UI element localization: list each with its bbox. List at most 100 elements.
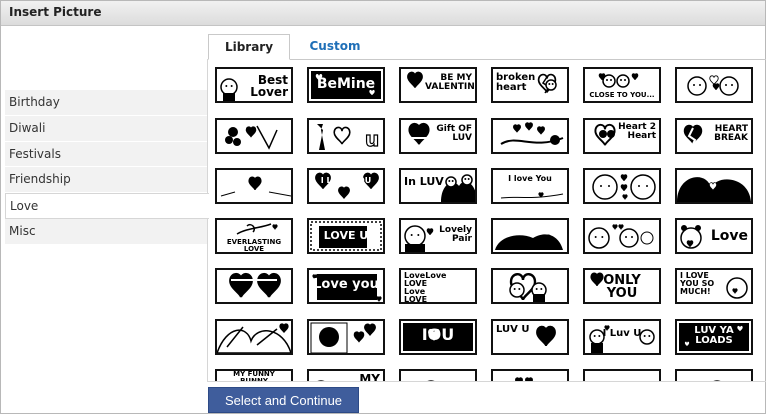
category-sidebar: Birthday Diwali Festivals Friendship Love Mis… [1,27,209,413]
picture-grid[interactable]: Best Lover BeMine BE MY VALENTINE broken he… [211,62,765,381]
picture-love-you-block[interactable]: Love you [307,268,385,304]
i-love-u-tie-icon: u [317,124,380,152]
picture-caption: Best Lover [250,73,288,99]
picture-love-mice[interactable]: Love [491,218,569,254]
picture-caption: EVERLASTING LOVE [226,238,282,253]
picture-caption: Love [710,228,748,244]
twin-hearts-icon [229,272,281,298]
picture-caption: Love [496,225,523,236]
picture-caption: I LOVE YOU SO MUCH! [680,271,715,296]
picture-only-you[interactable]: ONLY YOU [583,268,661,304]
picture-i-luv-u-kids[interactable]: I Luv U [583,319,661,355]
picture-close-to-you[interactable]: CLOSE TO YOU... [583,67,661,103]
picture-i-love-you-script[interactable]: I love You [491,168,569,204]
picture-be-mine[interactable]: BeMine [307,67,385,103]
picture-love-is-heart[interactable] [215,168,293,204]
picture-caption: MY [359,372,380,381]
category-item-love[interactable]: Love [5,193,209,219]
picture-caption: IOU [421,325,455,344]
picture-caption: LUV U [496,324,530,335]
picture-i-love-you-hearts[interactable]: I LOVE YOU [307,168,385,204]
kiss-sketch-icon [217,323,291,353]
picture-heart-break[interactable]: HEART BREAK [675,118,753,154]
select-and-continue-button[interactable]: Select and Continue [208,387,359,413]
partial-d-icon [713,380,721,381]
partial-b-icon [515,377,533,381]
picture-everlasting-love[interactable]: EVERLASTING LOVE [215,218,293,254]
love-is-heart-icon [220,176,291,197]
picture-caption: In LUV [404,175,444,188]
picture-caption: BeMine [316,76,376,92]
picture-be-my-valentine[interactable]: BE MY VALENTINE [399,67,477,103]
picture-caption: LOVE U [323,229,369,242]
picture-partial-a[interactable] [399,369,477,381]
picture-twin-hearts[interactable] [215,268,293,304]
picture-caption: I love You [508,174,552,183]
picture-kiss-sketch[interactable] [215,319,293,355]
picture-caption: I Luv U [602,328,642,339]
picture-caption: ONLY YOU [603,273,641,301]
picture-caption: CLOSE TO YOU... [589,91,655,99]
tab-library[interactable]: Library [208,34,290,60]
picture-best-lover[interactable]: Best Lover [215,67,293,103]
picture-funny-bunny[interactable]: MY FUNNY BUNNY [215,369,293,381]
picture-caption: LoveLove LOVE Love LOVE LOVE [404,271,447,304]
category-item-friendship[interactable]: Friendship [5,167,207,194]
picture-couple-bubbles[interactable] [583,218,661,254]
picture-caption: BE MY VALENTINE [425,73,477,92]
picture-i-love-u-tie[interactable]: u [307,118,385,154]
boy-girl-hearts-icon [592,174,656,200]
category-list: Birthday Diwali Festivals Friendship Love Mis… [5,90,209,245]
category-item-misc[interactable]: Misc [5,218,207,245]
category-item-festivals[interactable]: Festivals [5,141,207,168]
picture-couple-hearts[interactable] [675,67,753,103]
picture-teddy-love[interactable]: Love [675,218,753,254]
picture-kissing-couple[interactable] [675,168,753,204]
picture-luv-u-heart[interactable]: LUV U [491,319,569,355]
picture-lovely-pair[interactable]: Lovely Pair [399,218,477,254]
picture-flower-heart[interactable] [215,118,293,154]
tab-baseline [208,59,766,60]
i-love-you-hearts-icon [315,172,379,199]
picture-my-valentine-partial[interactable]: MY [307,369,385,381]
picture-love-u-lace[interactable]: LOVE U [307,218,385,254]
picture-heart-couple[interactable] [491,268,569,304]
face-hearts-icon [310,322,376,353]
picture-in-luv[interactable]: In LUV [399,168,477,204]
heart-couple-icon [509,273,547,302]
picture-partial-d[interactable] [675,369,753,381]
picture-caption: broken heart [496,72,536,93]
picture-i-love-you-so-much[interactable]: I LOVE YOU SO MUCH! [675,268,753,304]
flower-heart-icon [225,125,278,150]
picture-caption: Heart 2 Heart [618,122,656,141]
hearts-rose-icon [500,122,564,145]
picture-boy-girl-hearts[interactable] [583,168,661,204]
category-item-diwali[interactable]: Diwali [5,115,207,142]
picture-caption: LUV YA LOADS [694,325,734,346]
dialog-title: Insert Picture [1,1,765,26]
picture-face-hearts[interactable] [307,319,385,355]
kissing-couple-icon [677,177,751,202]
picture-hearts-rose[interactable] [491,118,569,154]
couple-bubbles-icon [588,224,654,249]
svg-text:u: u [365,127,379,151]
partial-c-icon [585,371,659,381]
picture-caption: Lovely Pair [439,225,472,244]
category-item-birthday[interactable]: Birthday [5,90,207,116]
picture-partial-b[interactable] [491,369,569,381]
tab-custom[interactable]: Custom [300,34,370,60]
couple-hearts-icon [687,75,739,96]
footer-divider [207,381,766,382]
partial-a-icon [427,380,435,381]
picture-broken-heart[interactable]: broken heart [491,67,569,103]
picture-caption: I LOVE YOU [320,176,372,185]
picture-lovelove-text[interactable]: LoveLove LOVE Love LOVE LOVE [399,268,477,304]
picture-luv-ya-loads[interactable]: LUV YA LOADS [675,319,753,355]
sidebar-divider [207,59,208,381]
picture-heart-2-heart[interactable]: Heart 2 Heart [583,118,661,154]
picture-iou-block[interactable]: IOU [399,319,477,355]
picture-caption: Gift OF LUV [436,124,472,143]
picture-gift-of-luv[interactable]: Gift OF LUV [399,118,477,154]
insert-picture-dialog: Insert Picture Birthday Diwali Festivals Fr… [0,0,766,414]
picture-partial-c[interactable] [583,369,661,381]
